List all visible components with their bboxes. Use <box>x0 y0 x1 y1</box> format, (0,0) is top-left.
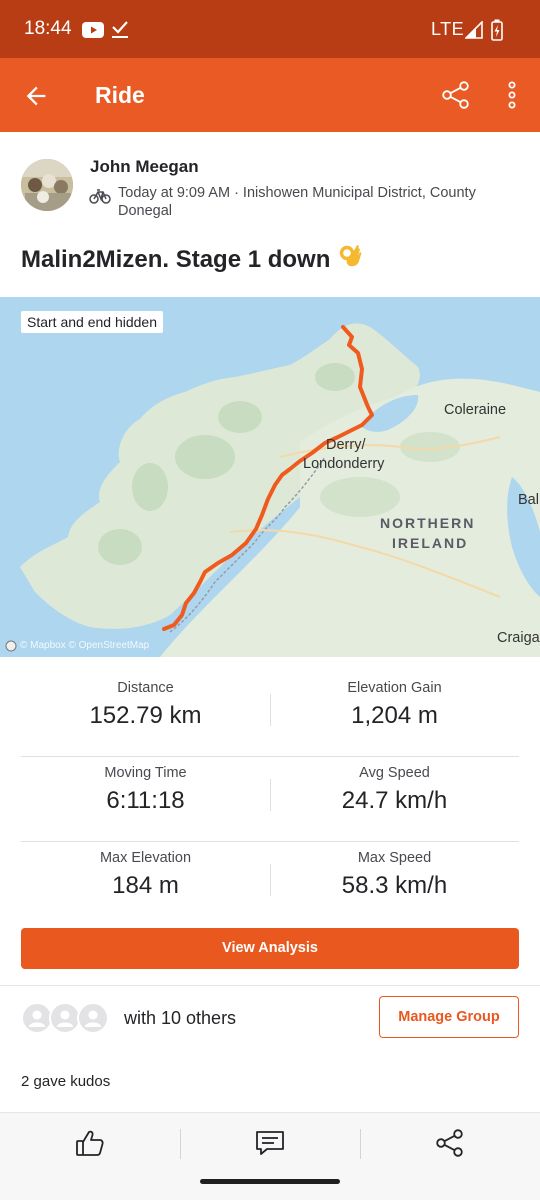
signal-icon <box>464 20 483 44</box>
battery-charging-icon <box>491 19 503 46</box>
route-map[interactable] <box>0 297 540 657</box>
group-summary[interactable]: with 10 others <box>124 1008 236 1029</box>
group-avatar <box>77 1002 109 1034</box>
network-type: LTE <box>431 19 465 39</box>
stat-max-speed: Max Speed 58.3 km/h <box>270 842 519 900</box>
stat-label: Distance <box>117 680 174 696</box>
map-attribution: © Mapbox © OpenStreetMap <box>20 640 150 651</box>
bike-icon <box>89 188 111 209</box>
stat-max-elevation: Max Elevation 184 m <box>21 842 270 900</box>
youtube-icon <box>82 22 104 43</box>
map-label-londonderry: Londonderry <box>303 456 385 472</box>
stat-distance: Distance 152.79 km <box>21 672 270 730</box>
stat-value: 58.3 km/h <box>341 872 448 899</box>
stat-value: 1,204 m <box>351 702 438 729</box>
stat-moving-time: Moving Time 6:11:18 <box>21 757 270 815</box>
comment-button[interactable] <box>180 1113 360 1175</box>
stat-label: Max Elevation <box>99 850 192 866</box>
stats-row: Max Elevation 184 m Max Speed 58.3 km/h <box>21 842 519 927</box>
stat-value: 184 m <box>112 872 179 899</box>
map-label-northern: NORTHERN <box>380 515 476 531</box>
comment-icon <box>256 1131 284 1155</box>
map-label-derry: Derry/ <box>326 437 366 453</box>
stat-label: Avg Speed <box>359 765 430 781</box>
map-label-ireland: IRELAND <box>392 535 469 551</box>
group-avatars[interactable] <box>21 1002 111 1034</box>
stat-value: 6:11:18 <box>106 787 185 814</box>
manage-group-button[interactable]: Manage Group <box>379 996 519 1038</box>
stat-value: 24.7 km/h <box>341 787 448 814</box>
stat-label: Elevation Gain <box>347 680 442 696</box>
stat-label: Moving Time <box>104 765 187 781</box>
avatar[interactable] <box>21 159 73 211</box>
stat-value: 152.79 km <box>89 702 202 729</box>
ok-hand-emoji-icon <box>339 243 363 276</box>
arrow-left-icon[interactable] <box>22 82 50 115</box>
map-label-ball: Ball <box>518 492 540 508</box>
status-bar: 18:44 LTE <box>0 0 540 58</box>
stats-row: Moving Time 6:11:18 Avg Speed 24.7 km/h <box>21 757 519 842</box>
map-label-craigavon: Craigav <box>497 630 540 646</box>
map-canvas <box>0 297 540 657</box>
stats-grid: Distance 152.79 km Elevation Gain 1,204 … <box>21 672 519 927</box>
status-time: 18:44 <box>24 18 72 39</box>
kudos-button[interactable] <box>0 1113 180 1175</box>
activity-meta: Today at 9:09 AM · Inishowen Municipal D… <box>118 185 476 219</box>
bottom-action-bar <box>0 1112 540 1200</box>
home-indicator[interactable] <box>200 1179 340 1184</box>
view-analysis-button[interactable]: View Analysis <box>21 928 519 969</box>
app-bar: Ride <box>0 58 540 132</box>
stat-label: Max Speed <box>357 850 432 866</box>
map-label-coleraine: Coleraine <box>444 402 507 418</box>
athlete-name[interactable]: John Meegan <box>90 157 199 177</box>
activity-title: Malin2Mizen. Stage 1 down <box>21 243 363 276</box>
stat-avg-speed: Avg Speed 24.7 km/h <box>270 757 519 815</box>
download-done-icon <box>111 18 129 45</box>
share-button[interactable] <box>360 1113 540 1175</box>
activity-title-text: Malin2Mizen. Stage 1 down <box>21 246 331 273</box>
share-icon[interactable] <box>440 79 472 116</box>
kudos-summary[interactable]: 2 gave kudos <box>21 1073 110 1090</box>
page-title: Ride <box>95 82 145 108</box>
thumbs-up-icon <box>76 1130 104 1156</box>
stat-elevation-gain: Elevation Gain 1,204 m <box>270 672 519 730</box>
privacy-badge: Start and end hidden <box>21 311 163 333</box>
stats-row: Distance 152.79 km Elevation Gain 1,204 … <box>21 672 519 757</box>
athlete-header: John Meegan Today at 9:09 AM · Inishowen… <box>0 132 540 232</box>
share-icon <box>436 1129 463 1157</box>
section-divider <box>0 985 540 986</box>
more-vertical-icon[interactable] <box>503 79 521 116</box>
